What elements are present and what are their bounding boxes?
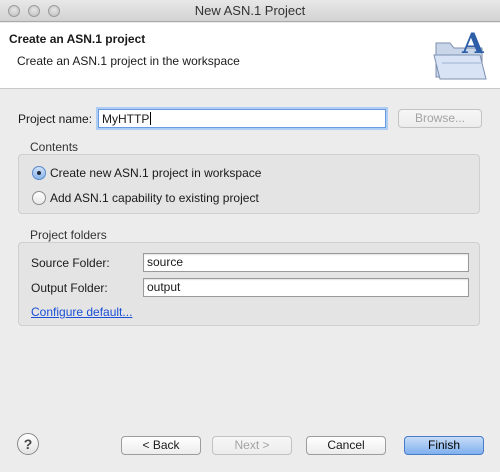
add-capability-radio[interactable] [32,191,46,205]
back-button[interactable]: < Back [121,436,201,455]
contents-group: Create new ASN.1 project in workspace Ad… [18,154,480,214]
title-bar: New ASN.1 Project [0,0,500,22]
source-folder-input[interactable]: source [143,253,469,272]
output-folder-input[interactable]: output [143,278,469,297]
folders-group-title: Project folders [30,228,107,242]
output-folder-label: Output Folder: [31,281,108,295]
configure-default-link[interactable]: Configure default... [31,305,132,319]
project-name-label: Project name: [18,112,93,126]
project-name-value: MyHTTP [102,112,150,126]
project-folders-group: Source Folder: source Output Folder: out… [18,242,480,326]
banner-description: Create an ASN.1 project in the workspace [17,54,240,68]
contents-group-title: Contents [30,140,79,154]
project-name-input[interactable]: MyHTTP [98,109,386,128]
banner-title: Create an ASN.1 project [9,32,146,46]
wizard-banner: Create an ASN.1 project Create an ASN.1 … [0,23,500,89]
folder-with-letter-a-icon: A [433,29,487,80]
svg-text:A: A [461,29,485,60]
add-capability-label[interactable]: Add ASN.1 capability to existing project [50,191,259,205]
create-new-radio[interactable] [32,166,46,180]
help-icon[interactable]: ? [17,433,39,455]
new-project-dialog: New ASN.1 Project Create an ASN.1 projec… [0,0,500,472]
text-caret [150,112,152,125]
finish-button[interactable]: Finish [404,436,484,455]
source-folder-label: Source Folder: [31,256,110,270]
cancel-button[interactable]: Cancel [306,436,386,455]
window-title: New ASN.1 Project [194,3,306,18]
next-button[interactable]: Next > [212,436,292,455]
browse-button[interactable]: Browse... [398,109,482,128]
create-new-label[interactable]: Create new ASN.1 project in workspace [50,166,261,180]
